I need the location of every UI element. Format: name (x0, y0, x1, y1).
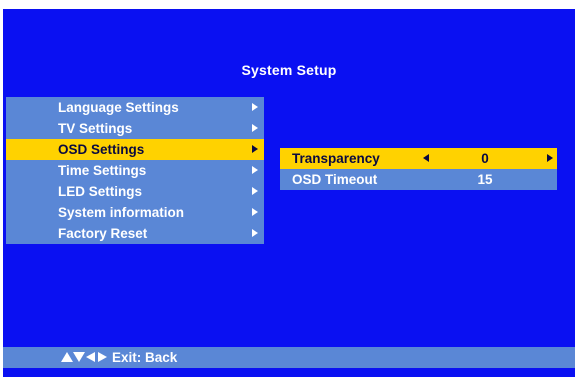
menu-item-label: OSD Settings (58, 142, 145, 157)
exit-back-hint: Exit: Back (112, 350, 178, 365)
increase-arrow-icon[interactable] (547, 154, 553, 162)
osd-timeout-value: 15 (477, 172, 493, 187)
menu-item-osd-settings[interactable]: OSD Settings (6, 139, 264, 160)
menu-item-language-settings[interactable]: Language Settings (6, 97, 264, 118)
menu-item-label: TV Settings (58, 121, 133, 136)
menu-item-label: LED Settings (58, 184, 143, 199)
osd-timeout-row[interactable]: OSD Timeout 15 (280, 169, 557, 190)
transparency-row[interactable]: Transparency 0 (280, 148, 557, 169)
down-arrow-icon (73, 352, 85, 362)
page-title: System Setup (241, 62, 337, 78)
menu-item-tv-settings[interactable]: TV Settings (6, 118, 264, 139)
decrease-arrow-icon[interactable] (423, 154, 429, 162)
menu-item-factory-reset[interactable]: Factory Reset (6, 223, 264, 244)
chevron-right-icon (252, 103, 258, 111)
transparency-value: 0 (481, 151, 489, 166)
right-arrow-icon (98, 352, 107, 362)
system-setup-menu: Language Settings TV Settings OSD Settin… (6, 97, 264, 244)
menu-item-label: Time Settings (58, 163, 147, 178)
chevron-right-icon (252, 166, 258, 174)
menu-item-led-settings[interactable]: LED Settings (6, 181, 264, 202)
footer-bar: Exit: Back (3, 347, 575, 368)
chevron-right-icon (252, 124, 258, 132)
chevron-right-icon (252, 145, 258, 153)
chevron-right-icon (252, 229, 258, 237)
chevron-right-icon (252, 187, 258, 195)
transparency-label: Transparency (292, 151, 380, 166)
menu-item-system-information[interactable]: System information (6, 202, 264, 223)
menu-item-label: Factory Reset (58, 226, 148, 241)
osd-timeout-label: OSD Timeout (292, 172, 378, 187)
chevron-right-icon (252, 208, 258, 216)
menu-item-time-settings[interactable]: Time Settings (6, 160, 264, 181)
osd-settings-panel: Transparency 0 OSD Timeout 15 (280, 148, 557, 190)
menu-item-label: Language Settings (58, 100, 179, 115)
up-arrow-icon (61, 352, 73, 362)
left-arrow-icon (86, 352, 95, 362)
tv-screen: System Setup Language Settings TV Settin… (3, 9, 575, 377)
menu-item-label: System information (58, 205, 185, 220)
